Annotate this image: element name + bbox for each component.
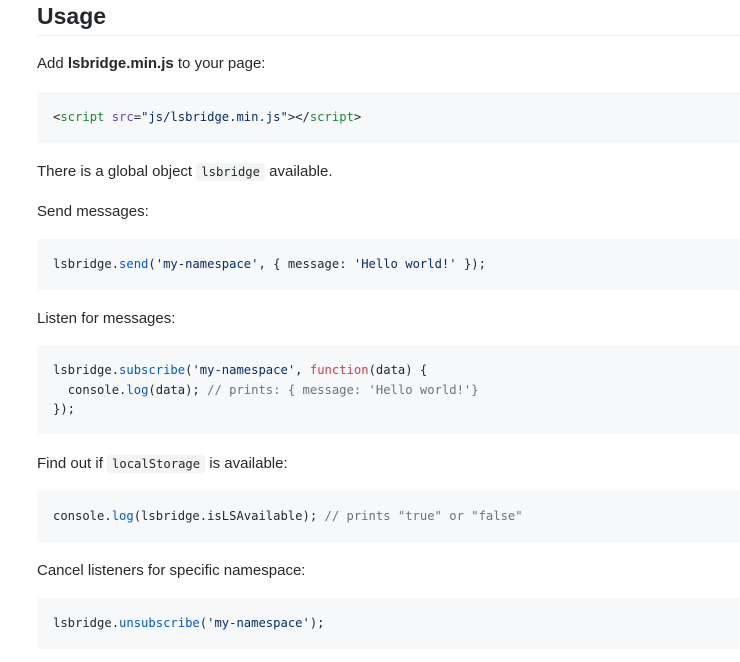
global-prefix: There is a global object (37, 163, 197, 180)
code-line: lsbridge.subscribe('my-namespace', funct… (53, 363, 427, 377)
code-line: }); (53, 402, 76, 416)
file-name: lsbridge.min.js (67, 55, 174, 72)
code-comment: // prints "true" or "false" (324, 509, 523, 523)
code-token: subscribe (119, 363, 186, 377)
code-token: script (309, 110, 354, 124)
code-token: function (309, 363, 369, 377)
find-suffix: is available: (205, 455, 288, 472)
code-token: lsbridge. (53, 257, 120, 271)
global-object-text: There is a global object lsbridge availa… (37, 162, 740, 182)
code-token: = (133, 110, 142, 124)
code-token: 'Hello world!' (353, 257, 457, 271)
cancel-listeners-label: Cancel listeners for specific namespace: (37, 562, 306, 579)
find-prefix: Find out if (37, 455, 108, 472)
code-block-unsubscribe[interactable]: lsbridge.unsubscribe('my-namespace'); (37, 598, 740, 649)
code-token: (data); (148, 382, 208, 397)
inline-code-localstorage: localStorage (107, 455, 206, 473)
code-token: console. (67, 382, 127, 397)
code-comment: // prints: { message: 'Hello world!'} (207, 382, 479, 397)
code-token: ( (199, 616, 208, 630)
code-block-send[interactable]: lsbridge.send('my-namespace', { message:… (37, 239, 740, 290)
code-token: log (111, 509, 134, 523)
code-token: lsbridge. (53, 616, 120, 630)
section-heading: Usage (37, 0, 740, 36)
code-token: }); (456, 257, 486, 271)
code-token: , { message: (258, 257, 354, 271)
code-token: lsbridge. (53, 363, 120, 377)
add-prefix: Add (37, 55, 68, 72)
code-token: console. (53, 509, 112, 523)
code-token: (lsbridge.isLSAvailable); (133, 509, 325, 523)
code-token: 'my-namespace' (192, 363, 296, 377)
code-line: console.log(data); // prints: { message:… (53, 383, 479, 397)
code-token: script (60, 110, 105, 124)
code-block-subscribe[interactable]: lsbridge.subscribe('my-namespace', funct… (37, 346, 740, 434)
global-suffix: available. (264, 163, 333, 180)
code-token: 'my-namespace' (155, 257, 259, 271)
code-token: unsubscribe (119, 616, 200, 630)
code-token: ( (148, 257, 156, 271)
send-messages-label: Send messages: (37, 203, 149, 220)
code-token: "js/lsbridge.min.js" (141, 110, 288, 124)
find-localstorage-text: Find out if localStorage is available: (37, 454, 740, 474)
code-token: log (126, 382, 149, 397)
code-token: 'my-namespace' (207, 616, 310, 630)
code-block-is-available[interactable]: console.log(lsbridge.isLSAvailable); // … (37, 491, 740, 542)
code-token: ></ (287, 110, 310, 124)
code-block-script-tag[interactable]: <script src="js/lsbridge.min.js"></scrip… (37, 92, 740, 143)
add-script-instruction: Add lsbridge.min.js to your page: (37, 54, 740, 74)
code-token: ); (309, 616, 325, 630)
code-token: send (119, 257, 149, 271)
inline-code-lsbridge: lsbridge (196, 163, 265, 181)
code-token: > (353, 110, 362, 124)
code-token: src (104, 110, 134, 124)
listen-messages-label: Listen for messages: (37, 310, 176, 327)
add-suffix: to your page: (173, 55, 266, 72)
code-token: , (295, 363, 310, 377)
code-token: (data) { (368, 363, 428, 377)
